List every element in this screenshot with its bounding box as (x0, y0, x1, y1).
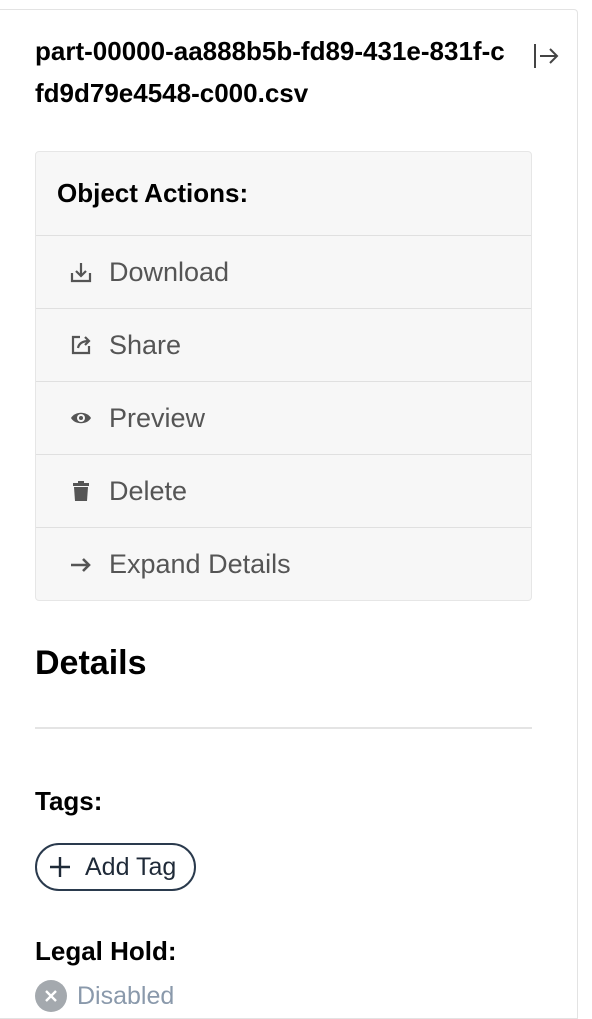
object-header: part-00000-aa888b5b-fd89-431e-831f-cfd9d… (35, 30, 505, 114)
object-actions-box: Object Actions: Download Share Preview D… (35, 151, 532, 601)
eye-icon (68, 405, 94, 431)
delete-label: Delete (109, 475, 188, 506)
share-action[interactable]: Share (36, 309, 531, 382)
share-icon (68, 332, 94, 358)
object-file-name: part-00000-aa888b5b-fd89-431e-831f-cfd9d… (35, 36, 505, 108)
preview-label: Preview (109, 402, 206, 433)
share-label: Share (109, 329, 182, 360)
preview-action[interactable]: Preview (36, 382, 531, 455)
details-divider (35, 727, 532, 729)
legal-hold-status-text: Disabled (77, 981, 175, 1010)
download-label: Download (109, 256, 230, 287)
delete-action[interactable]: Delete (36, 455, 531, 528)
arrow-right-icon (68, 552, 94, 578)
plus-icon (49, 856, 71, 878)
download-icon (68, 259, 94, 285)
expand-details-action[interactable]: Expand Details (36, 528, 531, 600)
details-title: Details (35, 644, 147, 682)
add-tag-label: Add Tag (85, 852, 177, 881)
legal-hold-label: Legal Hold: (35, 936, 177, 966)
close-panel-icon (534, 44, 559, 68)
download-action[interactable]: Download (36, 236, 531, 309)
add-tag-button[interactable]: Add Tag (35, 843, 197, 891)
close-circle-icon (35, 980, 67, 1012)
legal-hold-status: Disabled (35, 980, 174, 1012)
expand-details-label: Expand Details (109, 549, 291, 579)
trash-icon (68, 478, 94, 504)
close-panel-button[interactable] (530, 40, 562, 72)
tags-label: Tags: (35, 786, 103, 816)
object-actions-title: Object Actions: (36, 152, 531, 236)
